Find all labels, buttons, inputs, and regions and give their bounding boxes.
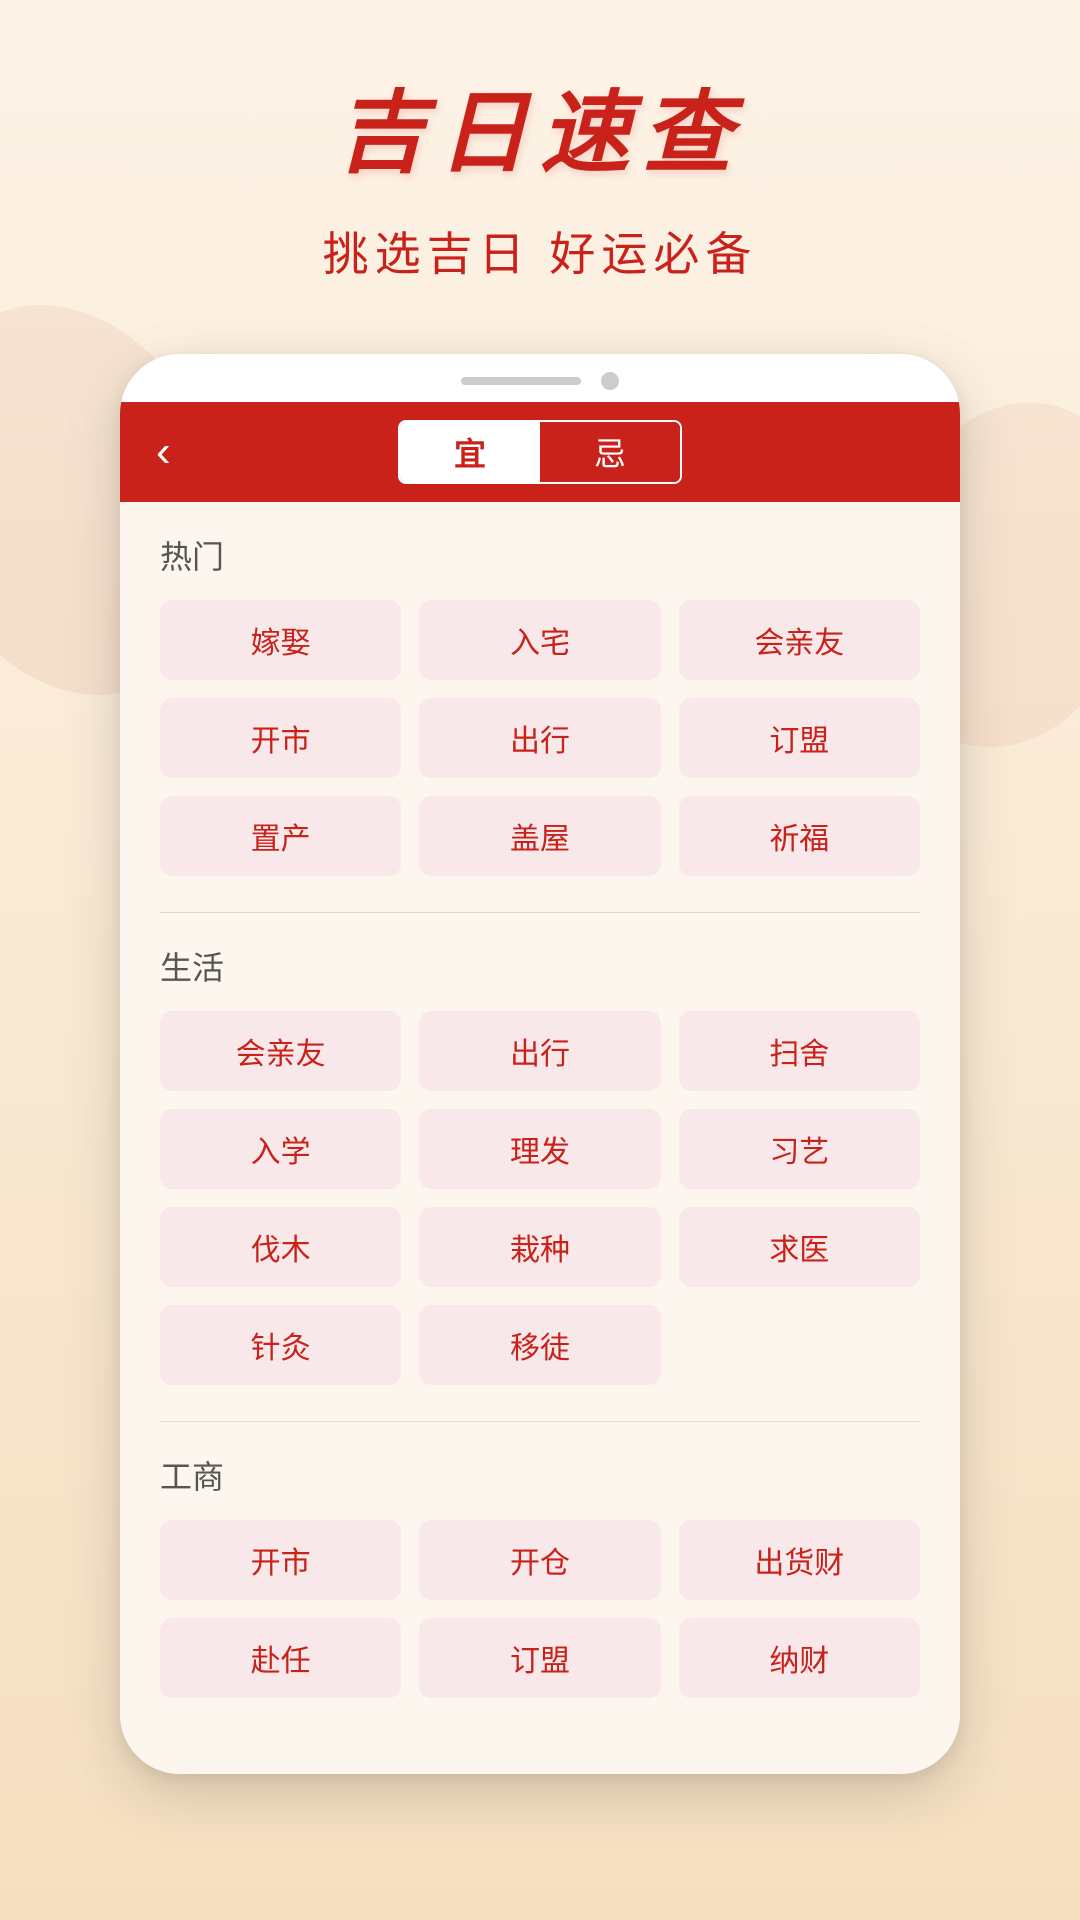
tag-kaicang[interactable]: 开仓 — [419, 1520, 660, 1600]
section-title-hot: 热门 — [160, 532, 920, 578]
tag-yitu[interactable]: 移徒 — [419, 1305, 660, 1385]
tag-qifu[interactable]: 祈福 — [679, 796, 920, 876]
section-business: 工商 开市 开仓 出货财 赴任 订盟 纳财 — [160, 1452, 920, 1698]
tag-caizhong[interactable]: 栽种 — [419, 1207, 660, 1287]
tag-furen[interactable]: 赴任 — [160, 1618, 401, 1698]
phone-top-bar — [120, 354, 960, 402]
main-title: 吉日速查 — [0, 60, 1080, 190]
tag-huiqinyou-1[interactable]: 会亲友 — [679, 600, 920, 680]
tag-famu[interactable]: 伐木 — [160, 1207, 401, 1287]
tab-yi[interactable]: 宜 — [400, 422, 540, 482]
tag-nacai[interactable]: 纳财 — [679, 1618, 920, 1698]
tag-kaishi-1[interactable]: 开市 — [160, 698, 401, 778]
phone-bar-line — [461, 377, 581, 385]
tag-grid-hot: 嫁娶 入宅 会亲友 开市 出行 订盟 置产 盖屋 祈福 — [160, 600, 920, 876]
tag-xiyi[interactable]: 习艺 — [679, 1109, 920, 1189]
tag-grid-life: 会亲友 出行 扫舍 入学 理发 习艺 伐木 栽种 求医 针灸 移徒 — [160, 1011, 920, 1385]
tag-saoshe[interactable]: 扫舍 — [679, 1011, 920, 1091]
section-life: 生活 会亲友 出行 扫舍 入学 理发 习艺 伐木 栽种 求医 针灸 移徒 — [160, 943, 920, 1385]
phone-bar-circle — [601, 372, 619, 390]
app-content: 热门 嫁娶 入宅 会亲友 开市 出行 订盟 置产 盖屋 祈福 生活 会亲友 出行… — [120, 502, 960, 1774]
tab-group: 宜 忌 — [398, 420, 682, 484]
section-title-life: 生活 — [160, 943, 920, 989]
tag-chuxing-2[interactable]: 出行 — [419, 1011, 660, 1091]
phone-mockup: ‹ 宜 忌 热门 嫁娶 入宅 会亲友 开市 出行 订盟 置产 盖屋 祈福 — [120, 354, 960, 1774]
tag-chuxing-1[interactable]: 出行 — [419, 698, 660, 778]
divider-1 — [160, 912, 920, 913]
tag-huiqinyou-2[interactable]: 会亲友 — [160, 1011, 401, 1091]
tag-kaishi-2[interactable]: 开市 — [160, 1520, 401, 1600]
tag-ruxue[interactable]: 入学 — [160, 1109, 401, 1189]
tag-chuhuocai[interactable]: 出货财 — [679, 1520, 920, 1600]
tag-lifa[interactable]: 理发 — [419, 1109, 660, 1189]
tag-dingmeng-2[interactable]: 订盟 — [419, 1618, 660, 1698]
tag-ruzhai[interactable]: 入宅 — [419, 600, 660, 680]
divider-2 — [160, 1421, 920, 1422]
tab-ji[interactable]: 忌 — [540, 422, 680, 482]
tag-gaiwu[interactable]: 盖屋 — [419, 796, 660, 876]
tag-qiuyi[interactable]: 求医 — [679, 1207, 920, 1287]
app-header: ‹ 宜 忌 — [120, 402, 960, 502]
header-section: 吉日速查 挑选吉日 好运必备 — [0, 0, 1080, 314]
tag-zhichan[interactable]: 置产 — [160, 796, 401, 876]
subtitle: 挑选吉日 好运必备 — [0, 218, 1080, 284]
back-button[interactable]: ‹ — [156, 430, 171, 474]
section-title-business: 工商 — [160, 1452, 920, 1498]
tag-jiaju[interactable]: 嫁娶 — [160, 600, 401, 680]
tag-ding-meng-1[interactable]: 订盟 — [679, 698, 920, 778]
section-hot: 热门 嫁娶 入宅 会亲友 开市 出行 订盟 置产 盖屋 祈福 — [160, 532, 920, 876]
tag-zhenjiu[interactable]: 针灸 — [160, 1305, 401, 1385]
tag-grid-business: 开市 开仓 出货财 赴任 订盟 纳财 — [160, 1520, 920, 1698]
